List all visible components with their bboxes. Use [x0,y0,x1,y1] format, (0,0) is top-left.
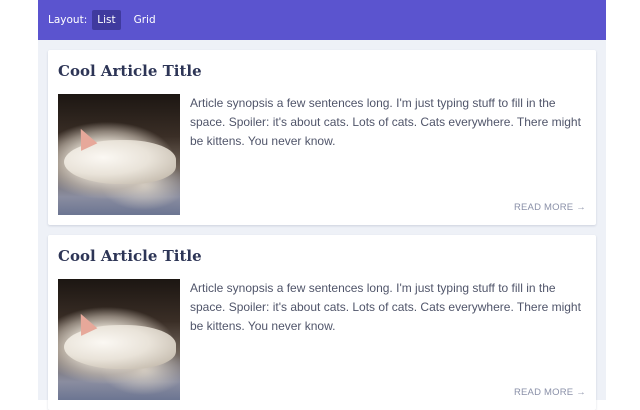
read-more-link[interactable]: READ MORE → [514,387,586,398]
article-synopsis: Article synopsis a few sentences long. I… [190,281,581,333]
layout-toolbar: Layout: List Grid [38,0,606,40]
read-more-label: READ MORE [513,387,574,398]
page-container: Layout: List Grid Cool Article Title Art… [38,0,606,410]
article-thumbnail[interactable] [58,94,180,215]
article-synopsis: Article synopsis a few sentences long. I… [190,96,581,148]
read-more-label: READ MORE [513,202,574,213]
layout-label: Layout: [48,14,88,26]
arrow-right-icon: → [576,202,586,213]
article-title[interactable]: Cool Article Title [58,247,202,265]
article-thumbnail[interactable] [58,279,180,400]
layout-option-grid[interactable]: Grid [129,10,161,30]
article-title[interactable]: Cool Article Title [58,62,202,80]
arrow-right-icon: → [576,387,586,398]
article-card: Cool Article Title Article synopsis a fe… [48,50,596,225]
read-more-link[interactable]: READ MORE → [514,202,586,213]
article-card: Cool Article Title Article synopsis a fe… [48,235,596,410]
layout-option-list[interactable]: List [92,10,121,30]
